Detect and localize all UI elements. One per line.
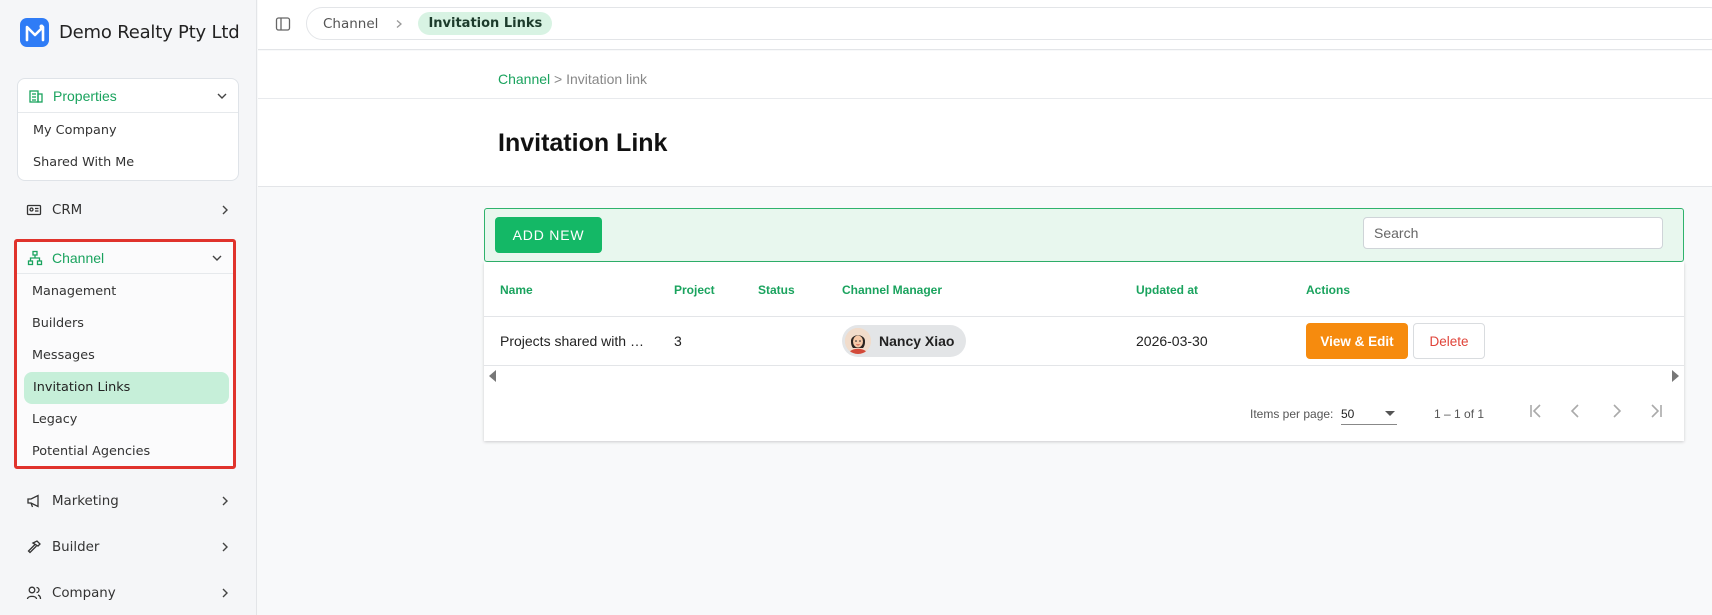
column-header-channel-manager[interactable]: Channel Manager — [842, 283, 942, 297]
caret-down-icon — [1385, 411, 1395, 416]
sidebar-item-label: Channel — [52, 249, 105, 266]
table-header: Name Project Status Channel Manager Upda… — [484, 262, 1684, 317]
sidebar-item-legacy[interactable]: Legacy — [17, 404, 233, 436]
sidebar-toggle-icon[interactable] — [275, 16, 291, 32]
invitation-links-table: Name Project Status Channel Manager Upda… — [484, 262, 1684, 441]
sidebar-item-shared-with-me[interactable]: Shared With Me — [18, 147, 238, 179]
column-header-actions: Actions — [1306, 283, 1351, 297]
breadcrumb-invitation-links[interactable]: Invitation Links — [418, 12, 553, 35]
brand-name: Demo Realty Pty Ltd — [59, 22, 240, 43]
avatar — [845, 328, 871, 354]
chevron-right-icon — [219, 204, 231, 216]
items-per-page-select[interactable]: 50 — [1341, 401, 1397, 425]
chevron-right-icon — [219, 541, 231, 553]
breadcrumb: Channel Invitation Links — [306, 7, 1712, 40]
sidebar-group-channel: Channel Management Builders Messages Inv… — [14, 239, 236, 469]
brand[interactable]: Demo Realty Pty Ltd — [20, 18, 240, 47]
table-row[interactable]: Projects shared with … 3 Nancy Xiao 2026… — [484, 318, 1684, 366]
page-breadcrumb: Channel > Invitation link — [498, 71, 647, 87]
items-per-page-value: 50 — [1341, 407, 1355, 421]
sidebar: Demo Realty Pty Ltd Properties My Compan… — [0, 0, 257, 615]
column-header-status[interactable]: Status — [758, 283, 795, 297]
sidebar-item-label: Company — [52, 585, 116, 601]
scroll-right-arrow-icon[interactable] — [1672, 370, 1679, 382]
manager-chip[interactable]: Nancy Xiao — [842, 325, 967, 357]
sidebar-item-potential-agencies[interactable]: Potential Agencies — [17, 436, 233, 468]
sidebar-item-invitation-links[interactable]: Invitation Links — [24, 372, 229, 404]
view-edit-button[interactable]: View & Edit — [1306, 323, 1408, 359]
last-page-icon[interactable] — [1644, 399, 1668, 423]
sidebar-item-messages[interactable]: Messages — [17, 340, 233, 372]
sidebar-item-properties[interactable]: Properties — [18, 79, 238, 113]
sidebar-item-builder[interactable]: Builder — [26, 535, 231, 559]
building-icon — [28, 88, 44, 104]
sidebar-group-properties: Properties My Company Shared With Me — [17, 78, 239, 181]
m-logo-icon — [20, 18, 49, 47]
paginator: Items per page: 50 1 – 1 of 1 — [484, 383, 1684, 441]
chevron-right-icon — [219, 587, 231, 599]
page-breadcrumb-current: Invitation link — [566, 71, 648, 87]
page-header: Channel > Invitation link Invitation Lin… — [258, 51, 1712, 187]
divider — [258, 98, 1712, 99]
sidebar-item-company[interactable]: Company — [26, 581, 231, 605]
sidebar-item-label: Builder — [52, 539, 100, 555]
page-breadcrumb-channel-link[interactable]: Channel — [498, 71, 550, 87]
sidebar-item-label: CRM — [52, 202, 83, 218]
chevron-down-icon[interactable] — [211, 252, 223, 264]
chevron-down-icon[interactable] — [216, 90, 228, 102]
cell-project: 3 — [674, 333, 682, 349]
sitemap-icon — [27, 250, 43, 266]
column-header-name[interactable]: Name — [500, 283, 533, 297]
search-input[interactable] — [1363, 217, 1663, 249]
sidebar-item-channel[interactable]: Channel — [17, 242, 233, 274]
cell-updated-at: 2026-03-30 — [1136, 333, 1208, 349]
cell-name: Projects shared with … — [500, 333, 644, 349]
page-breadcrumb-separator: > — [550, 71, 567, 87]
top-bar: Channel Invitation Links — [258, 0, 1712, 50]
chevron-right-icon — [394, 19, 404, 29]
sidebar-item-builders[interactable]: Builders — [17, 308, 233, 340]
horizontal-scrollbar[interactable] — [484, 367, 1684, 383]
chevron-right-icon — [219, 495, 231, 507]
delete-button[interactable]: Delete — [1413, 323, 1485, 359]
id-card-icon — [26, 202, 42, 218]
column-header-project[interactable]: Project — [674, 283, 715, 297]
scroll-left-arrow-icon[interactable] — [489, 370, 496, 382]
column-header-updated-at[interactable]: Updated at — [1136, 283, 1198, 297]
previous-page-icon[interactable] — [1564, 399, 1588, 423]
hammer-icon — [26, 539, 42, 555]
sidebar-item-management[interactable]: Management — [17, 276, 233, 308]
add-new-button[interactable]: ADD NEW — [495, 217, 602, 253]
sidebar-item-my-company[interactable]: My Company — [18, 115, 238, 147]
sidebar-item-crm[interactable]: CRM — [26, 198, 231, 222]
first-page-icon[interactable] — [1524, 399, 1548, 423]
page-title: Invitation Link — [498, 129, 668, 157]
manager-name: Nancy Xiao — [879, 333, 955, 349]
next-page-icon[interactable] — [1604, 399, 1628, 423]
items-per-page-label: Items per page: — [1250, 407, 1334, 421]
breadcrumb-channel[interactable]: Channel — [323, 16, 378, 32]
megaphone-icon — [26, 493, 42, 509]
table-toolbar: ADD NEW — [484, 208, 1684, 262]
sidebar-item-marketing[interactable]: Marketing — [26, 489, 231, 513]
users-icon — [26, 585, 42, 601]
page-range: 1 – 1 of 1 — [1434, 407, 1485, 421]
sidebar-item-label: Marketing — [52, 493, 119, 509]
sidebar-item-label: Properties — [53, 87, 117, 104]
